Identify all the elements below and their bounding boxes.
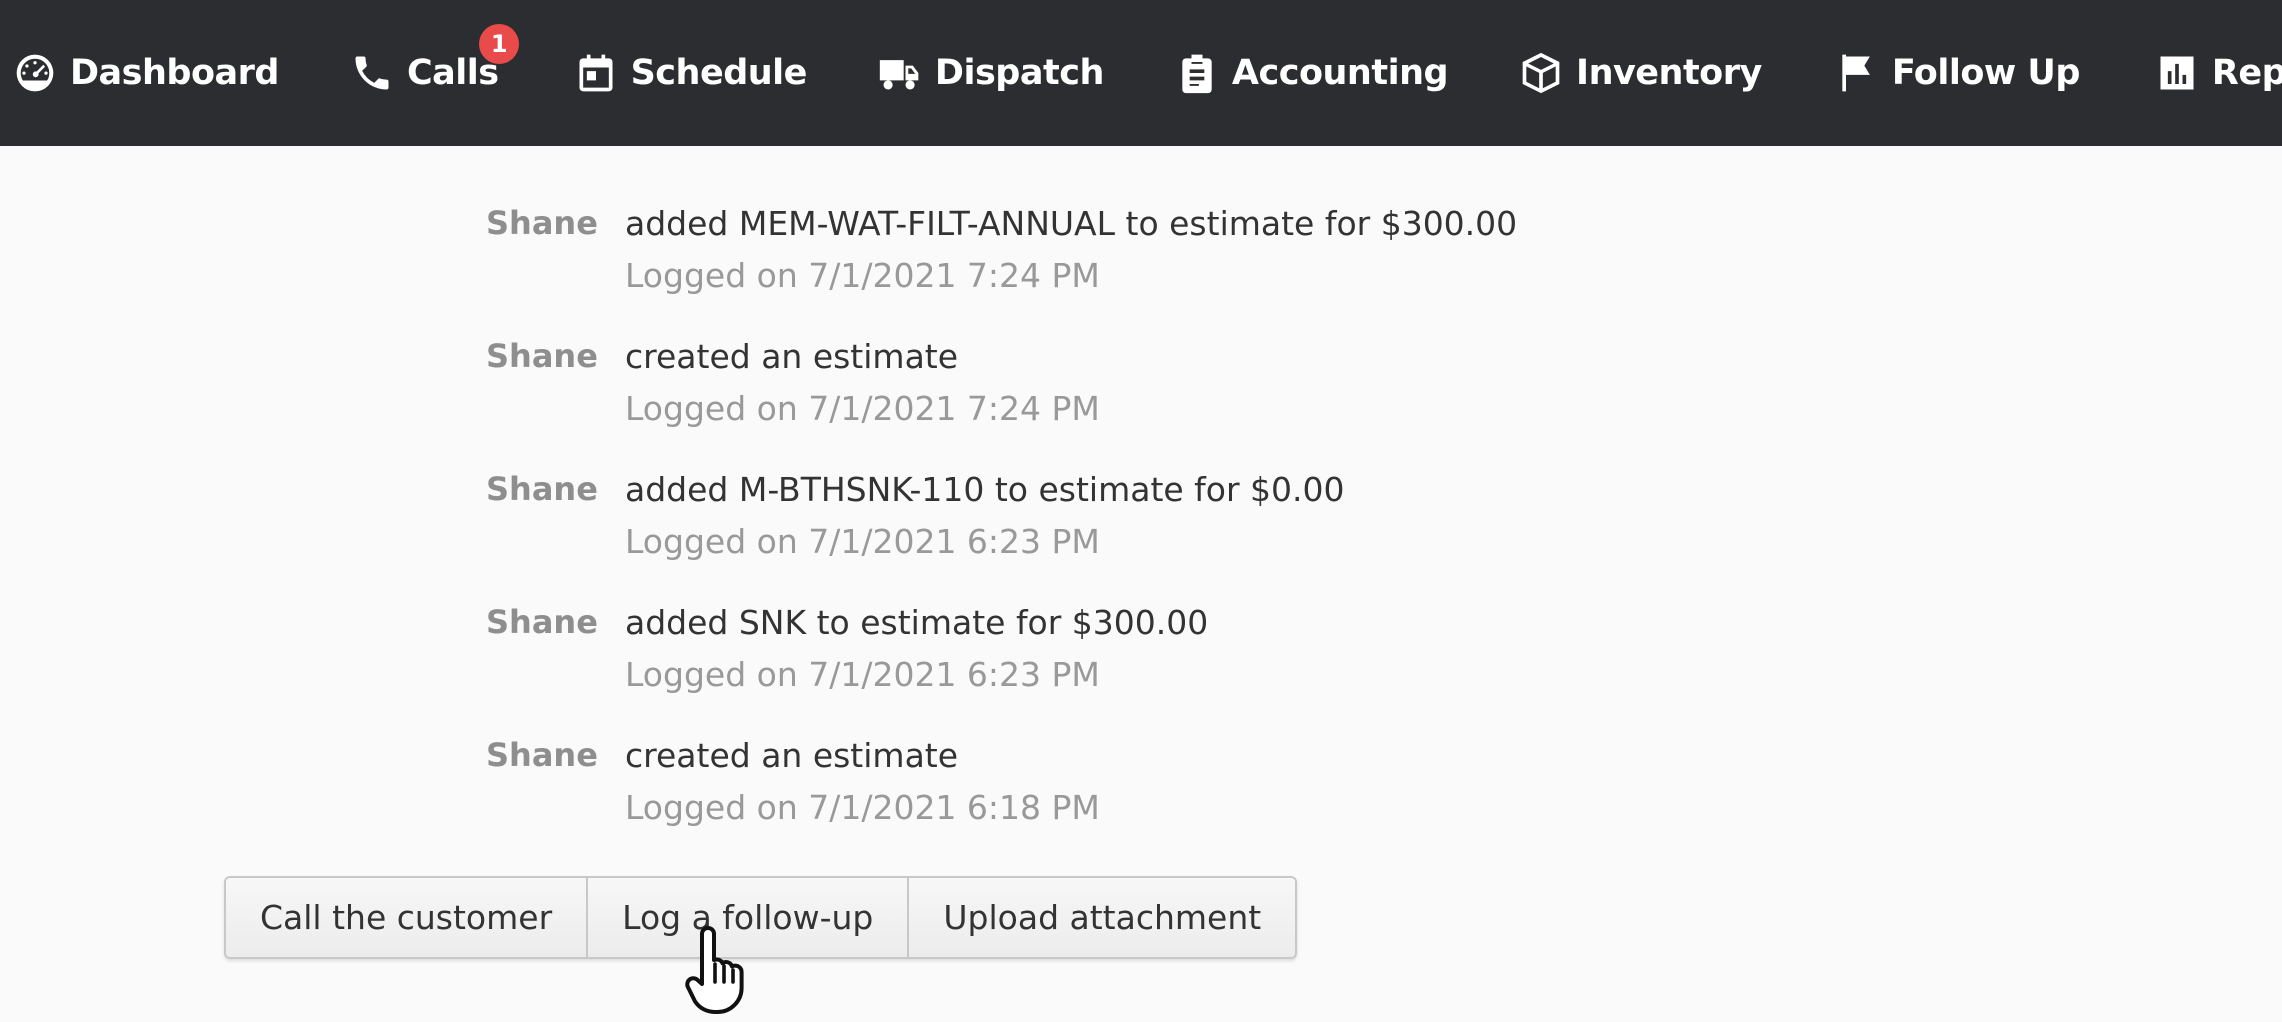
nav-label-reports: Reports xyxy=(2211,53,2282,93)
activity-log: Shane added MEM-WAT-FILT-ANNUAL to estim… xyxy=(0,196,2282,861)
nav-label-accounting: Accounting xyxy=(1231,53,1449,93)
nav-item-follow-up[interactable]: Follow Up xyxy=(1834,50,2080,96)
nav-item-dashboard[interactable]: Dashboard xyxy=(12,50,279,96)
log-timestamp: Logged on 7/1/2021 7:24 PM xyxy=(625,256,1100,295)
log-entry: Shane created an estimate Logged on 7/1/… xyxy=(0,329,2282,462)
bar-chart-icon xyxy=(2154,50,2200,96)
call-customer-button[interactable]: Call the customer xyxy=(226,878,589,957)
nav-label-inventory: Inventory xyxy=(1576,53,1762,93)
nav-label-dispatch: Dispatch xyxy=(934,53,1104,93)
nav-label-schedule: Schedule xyxy=(630,53,808,93)
log-timestamp: Logged on 7/1/2021 6:23 PM xyxy=(625,522,1100,561)
log-author: Shane xyxy=(486,204,598,242)
log-author: Shane xyxy=(486,736,598,774)
log-message: added MEM-WAT-FILT-ANNUAL to estimate fo… xyxy=(625,204,1518,243)
log-entry: Shane added M-BTHSNK-110 to estimate for… xyxy=(0,462,2282,595)
nav-item-calls[interactable]: Calls 1 xyxy=(349,24,519,96)
log-message: created an estimate xyxy=(625,736,959,775)
log-timestamp: Logged on 7/1/2021 6:23 PM xyxy=(625,655,1100,694)
box-icon xyxy=(1518,50,1564,96)
log-message: added SNK to estimate for $300.00 xyxy=(625,603,1209,642)
dashboard-gauge-icon xyxy=(12,50,58,96)
nav-label-follow-up: Follow Up xyxy=(1891,53,2081,93)
log-author: Shane xyxy=(486,603,598,641)
flag-icon xyxy=(1834,50,1880,96)
calls-count-badge: 1 xyxy=(478,24,519,64)
log-message: created an estimate xyxy=(625,337,959,376)
log-entry: Shane created an estimate Logged on 7/1/… xyxy=(0,728,2282,861)
calendar-icon xyxy=(573,50,619,96)
phone-icon xyxy=(349,50,395,96)
log-timestamp: Logged on 7/1/2021 6:18 PM xyxy=(625,788,1100,827)
nav-label-dashboard: Dashboard xyxy=(70,53,279,93)
log-author: Shane xyxy=(486,470,598,508)
nav-item-reports[interactable]: Reports xyxy=(2154,50,2282,96)
upload-attachment-button[interactable]: Upload attachment xyxy=(909,878,1296,957)
nav-item-inventory[interactable]: Inventory xyxy=(1518,50,1762,96)
action-button-group: Call the customer Log a follow-up Upload… xyxy=(224,876,1298,959)
log-author: Shane xyxy=(486,337,598,375)
hand-pointer-cursor-icon xyxy=(685,926,744,1014)
log-entry: Shane added MEM-WAT-FILT-ANNUAL to estim… xyxy=(0,196,2282,329)
log-entry: Shane added SNK to estimate for $300.00 … xyxy=(0,595,2282,728)
top-navigation-bar: Dashboard Calls 1 Schedule Dispatch Acco… xyxy=(0,0,2282,146)
truck-icon xyxy=(877,50,923,96)
nav-item-dispatch[interactable]: Dispatch xyxy=(877,50,1104,96)
log-message: added M-BTHSNK-110 to estimate for $0.00 xyxy=(625,470,1345,509)
nav-item-accounting[interactable]: Accounting xyxy=(1174,50,1449,96)
clipboard-icon xyxy=(1174,50,1220,96)
log-timestamp: Logged on 7/1/2021 7:24 PM xyxy=(625,389,1100,428)
nav-item-schedule[interactable]: Schedule xyxy=(573,50,807,96)
